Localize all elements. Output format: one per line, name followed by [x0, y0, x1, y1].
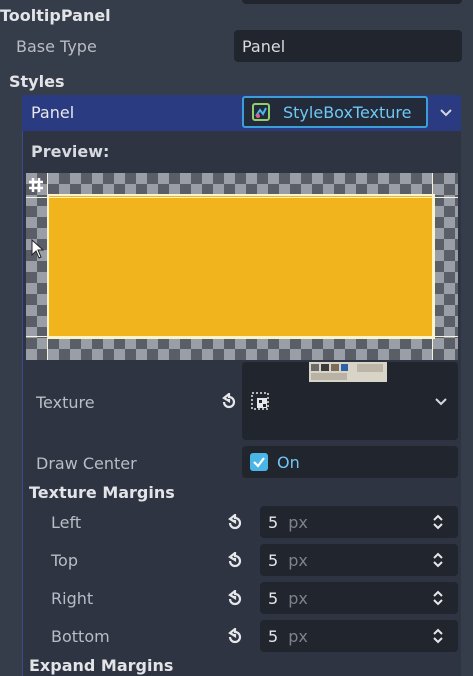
grid-icon[interactable] [27, 176, 45, 194]
margin-left-spinbox[interactable]: 5 px [260, 506, 458, 538]
preview-stylebox-fill [47, 194, 435, 339]
stylebox-dropdown-button[interactable] [432, 98, 460, 128]
checkbox-checked-icon[interactable] [250, 453, 268, 471]
preview-guide-line [432, 173, 433, 360]
texture-margins-title: Texture Margins [29, 483, 175, 502]
spinner-arrows-icon[interactable] [430, 626, 446, 646]
preview-guide-line [26, 197, 458, 198]
revert-icon[interactable] [224, 550, 246, 572]
draw-center-label: Draw Center [36, 454, 137, 473]
margin-top-label: Top [51, 551, 78, 570]
margin-bottom-label: Bottom [51, 627, 110, 646]
revert-icon[interactable] [218, 391, 240, 413]
spinner-arrows-icon[interactable] [430, 550, 446, 570]
top-field[interactable] [242, 0, 462, 4]
chevron-down-icon [440, 109, 452, 117]
stylebox-value: StyleBoxTexture [283, 102, 412, 122]
spinner-arrows-icon[interactable] [430, 588, 446, 608]
spinner-arrows-icon[interactable] [430, 512, 446, 532]
draw-center-field[interactable]: On [242, 446, 458, 478]
stylebox-resource-field[interactable]: StyleBoxTexture [242, 96, 428, 128]
margin-right-unit: px [288, 588, 308, 608]
margin-left-label: Left [51, 513, 82, 532]
base-type-value: Panel [242, 36, 286, 56]
expand-margins-title: Expand Margins [29, 656, 174, 675]
margin-right-label: Right [51, 589, 94, 608]
margin-top-spinbox[interactable]: 5 px [260, 544, 458, 576]
margin-top-unit: px [288, 550, 308, 570]
revert-icon[interactable] [224, 626, 246, 648]
revert-icon[interactable] [224, 512, 246, 534]
margin-left-unit: px [288, 512, 308, 532]
margin-top-value: 5 [268, 550, 279, 570]
margin-right-value: 5 [268, 588, 279, 608]
margin-bottom-unit: px [288, 626, 308, 646]
preview-guide-line [47, 173, 48, 360]
base-type-label: Base Type [16, 37, 97, 56]
margin-bottom-spinbox[interactable]: 5 px [260, 620, 458, 652]
base-type-field[interactable]: Panel [234, 30, 462, 62]
draw-center-value: On [277, 452, 300, 472]
texture-thumbnail [309, 362, 387, 382]
stylebox-texture-icon [251, 102, 271, 122]
margin-left-value: 5 [268, 512, 279, 532]
texture-icon [250, 391, 270, 411]
panel-label: Panel [31, 103, 75, 122]
chevron-down-icon[interactable] [432, 394, 450, 410]
cursor-icon [30, 238, 46, 260]
revert-icon[interactable] [224, 588, 246, 610]
styles-section-title: Styles [9, 72, 65, 91]
preview-label: Preview: [31, 142, 110, 161]
margin-bottom-value: 5 [268, 626, 279, 646]
class-name-title: TooltipPanel [0, 6, 111, 25]
texture-label: Texture [36, 393, 95, 412]
margin-right-spinbox[interactable]: 5 px [260, 582, 458, 614]
preview-guide-line [26, 336, 458, 337]
